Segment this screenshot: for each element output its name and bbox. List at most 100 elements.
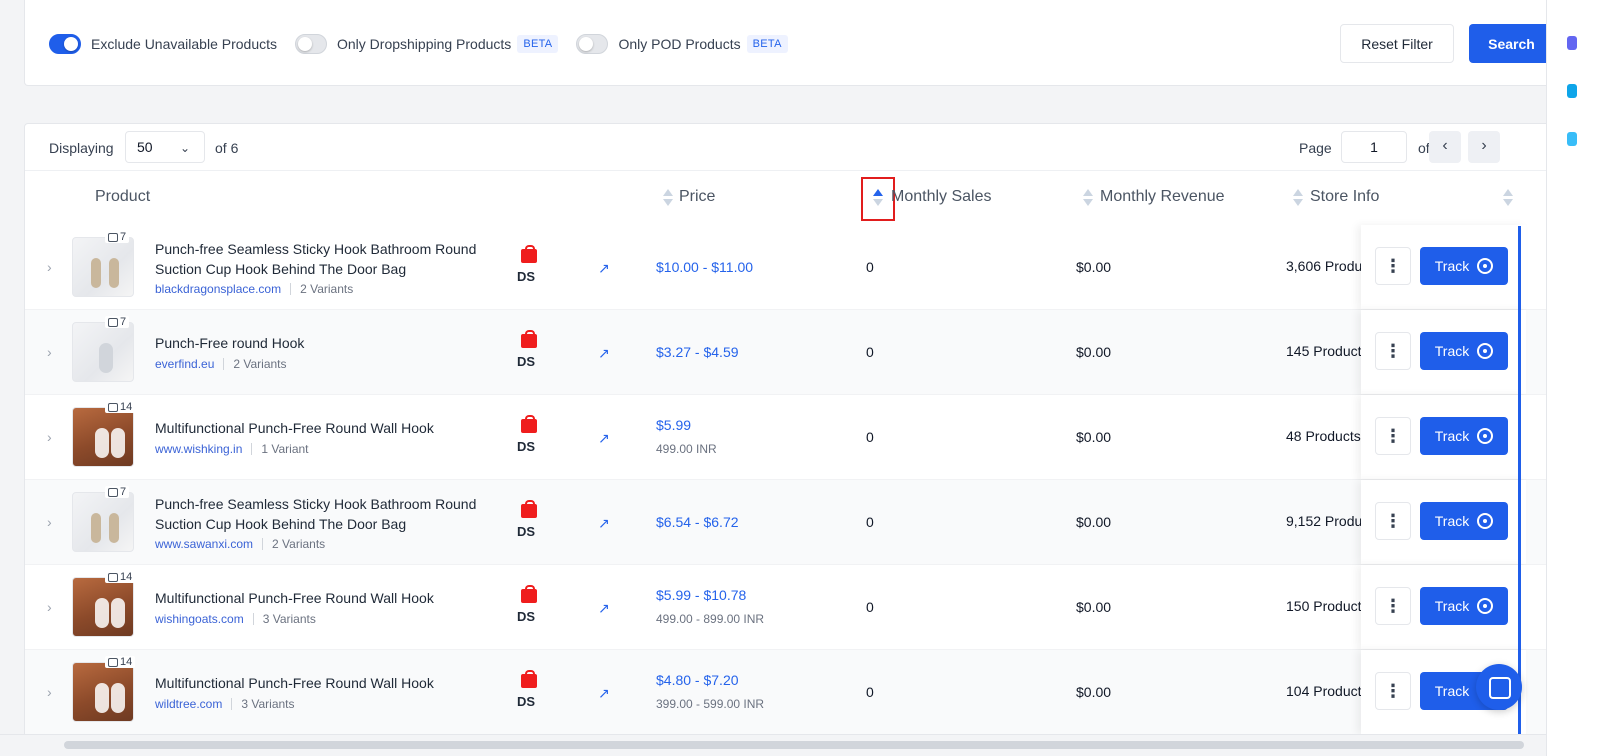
store-info-value: 145 Products xyxy=(1286,343,1362,359)
track-button[interactable]: Track xyxy=(1420,332,1508,370)
only-dropshipping-toggle[interactable] xyxy=(295,34,327,54)
trend-chart-icon[interactable]: ↗ xyxy=(598,260,610,277)
trend-chart-icon[interactable]: ↗ xyxy=(598,600,610,617)
image-icon xyxy=(108,402,118,412)
table-row[interactable]: › 7 Punch-free Seamless Sticky Hook Bath… xyxy=(25,225,1551,310)
row-actions: ⋮ Track xyxy=(1361,310,1526,394)
only-pod-toggle[interactable] xyxy=(576,34,609,54)
product-domain-link[interactable]: wildtree.com xyxy=(155,697,222,711)
track-button[interactable]: Track xyxy=(1420,417,1508,455)
chevron-right-icon[interactable]: › xyxy=(47,514,52,530)
image-icon xyxy=(108,317,118,327)
extra-sort-icon[interactable] xyxy=(1503,187,1513,209)
shopping-bag-icon xyxy=(521,245,537,263)
reset-filter-button[interactable]: Reset Filter xyxy=(1340,24,1454,63)
store-info-value: 104 Products xyxy=(1286,683,1362,699)
monthly-revenue-value: $0.00 xyxy=(1076,259,1112,275)
product-title[interactable]: Punch-free Seamless Sticky Hook Bathroom… xyxy=(155,494,485,534)
table-row[interactable]: › 14 Multifunctional Punch-Free Round Wa… xyxy=(25,395,1551,480)
monthly-revenue-sort-icon[interactable] xyxy=(1083,187,1093,209)
store-info-sort-icon[interactable] xyxy=(1293,187,1303,209)
table-row[interactable]: › 7 Punch-free Seamless Sticky Hook Bath… xyxy=(25,480,1551,565)
column-monthly-revenue[interactable]: Monthly Revenue xyxy=(1100,188,1225,206)
product-thumbnail[interactable] xyxy=(72,322,134,382)
more-options-button[interactable]: ⋮ xyxy=(1375,672,1411,710)
product-thumbnail[interactable] xyxy=(72,407,134,467)
product-thumbnail[interactable] xyxy=(72,662,134,722)
trend-chart-icon[interactable]: ↗ xyxy=(598,345,610,362)
product-title[interactable]: Punch-free Seamless Sticky Hook Bathroom… xyxy=(155,239,485,279)
price-local-value: 499.00 - 899.00 INR xyxy=(656,612,765,626)
shopping-bag-icon xyxy=(521,670,537,688)
more-vertical-icon: ⋮ xyxy=(1384,681,1402,701)
product-thumbnail[interactable] xyxy=(72,237,134,297)
exclude-unavailable-toggle[interactable] xyxy=(49,34,81,54)
track-button[interactable]: Track xyxy=(1420,587,1508,625)
more-options-button[interactable]: ⋮ xyxy=(1375,587,1411,625)
prev-page-button[interactable]: ‹ xyxy=(1429,131,1461,163)
more-vertical-icon: ⋮ xyxy=(1384,426,1402,446)
image-count: 7 xyxy=(105,231,130,243)
monthly-revenue-value: $0.00 xyxy=(1076,429,1112,445)
per-page-select[interactable]: 50 ⌄ xyxy=(125,131,205,163)
next-page-button[interactable]: › xyxy=(1468,131,1500,163)
product-domain-link[interactable]: www.wishking.in xyxy=(155,442,242,456)
table-row[interactable]: › 14 Multifunctional Punch-Free Round Wa… xyxy=(25,565,1551,650)
price-sort-icon[interactable] xyxy=(663,187,673,209)
total-count-label: of 6 xyxy=(215,140,239,156)
table-row[interactable]: › 14 Multifunctional Punch-Free Round Wa… xyxy=(25,650,1551,735)
chevron-right-icon[interactable]: › xyxy=(47,344,52,360)
search-button[interactable]: Search xyxy=(1469,24,1554,63)
more-options-button[interactable]: ⋮ xyxy=(1375,502,1411,540)
product-title[interactable]: Multifunctional Punch-Free Round Wall Ho… xyxy=(155,588,485,608)
product-domain-link[interactable]: blackdragonsplace.com xyxy=(155,282,281,296)
track-button[interactable]: Track xyxy=(1420,247,1508,285)
variant-count: 2 Variants xyxy=(300,282,354,296)
monthly-sales-value: 0 xyxy=(866,259,874,275)
more-options-button[interactable]: ⋮ xyxy=(1375,247,1411,285)
column-price[interactable]: Price xyxy=(679,188,715,206)
track-button[interactable]: Track xyxy=(1420,502,1508,540)
monthly-revenue-value: $0.00 xyxy=(1076,514,1112,530)
more-options-button[interactable]: ⋮ xyxy=(1375,332,1411,370)
target-icon xyxy=(1477,598,1494,614)
product-domain-link[interactable]: everfind.eu xyxy=(155,357,214,371)
product-meta: wishingoats.com 3 Variants xyxy=(155,612,316,626)
trend-chart-icon[interactable]: ↗ xyxy=(598,515,610,532)
product-title[interactable]: Multifunctional Punch-Free Round Wall Ho… xyxy=(155,673,485,693)
only-dropshipping-label: Only Dropshipping Products xyxy=(337,36,512,52)
store-info-value: 48 Products xyxy=(1286,428,1361,444)
telegram-icon[interactable] xyxy=(1567,132,1577,146)
column-store-info[interactable]: Store Info xyxy=(1310,188,1379,206)
chevron-right-icon[interactable]: › xyxy=(47,684,52,700)
extension-icon[interactable] xyxy=(1567,36,1577,50)
chevron-right-icon[interactable]: › xyxy=(47,259,52,275)
chat-widget-icon[interactable] xyxy=(1476,664,1522,710)
product-domain-link[interactable]: www.sawanxi.com xyxy=(155,537,253,551)
page-number-input[interactable] xyxy=(1341,131,1407,163)
product-domain-link[interactable]: wishingoats.com xyxy=(155,612,244,626)
shopping-bag-icon xyxy=(521,500,537,518)
horizontal-scrollbar[interactable] xyxy=(64,741,1524,749)
outlook-icon[interactable] xyxy=(1567,84,1577,98)
image-icon xyxy=(108,232,118,242)
column-monthly-sales[interactable]: Monthly Sales xyxy=(891,188,992,206)
row-actions: ⋮ Track xyxy=(1361,480,1526,564)
trend-chart-icon[interactable]: ↗ xyxy=(598,685,610,702)
column-product[interactable]: Product xyxy=(95,188,150,206)
monthly-sales-value: 0 xyxy=(866,429,874,445)
chevron-right-icon[interactable]: › xyxy=(47,599,52,615)
chevron-right-icon[interactable]: › xyxy=(47,429,52,445)
product-title[interactable]: Punch-Free round Hook xyxy=(155,333,485,353)
variant-count: 3 Variants xyxy=(241,697,295,711)
trend-chart-icon[interactable]: ↗ xyxy=(598,430,610,447)
pagination-bar: Displaying 50 ⌄ of 6 Page of 1 ‹ › xyxy=(25,124,1551,171)
dropshipping-beta-badge: BETA xyxy=(517,35,559,53)
product-title[interactable]: Multifunctional Punch-Free Round Wall Ho… xyxy=(155,418,485,438)
row-actions: ⋮ Track xyxy=(1361,225,1526,309)
product-thumbnail[interactable] xyxy=(72,492,134,552)
table-row[interactable]: › 7 Punch-Free round Hook everfind.eu 2 V… xyxy=(25,310,1551,395)
product-thumbnail[interactable] xyxy=(72,577,134,637)
more-options-button[interactable]: ⋮ xyxy=(1375,417,1411,455)
vertical-scrollbar[interactable] xyxy=(1518,226,1521,734)
